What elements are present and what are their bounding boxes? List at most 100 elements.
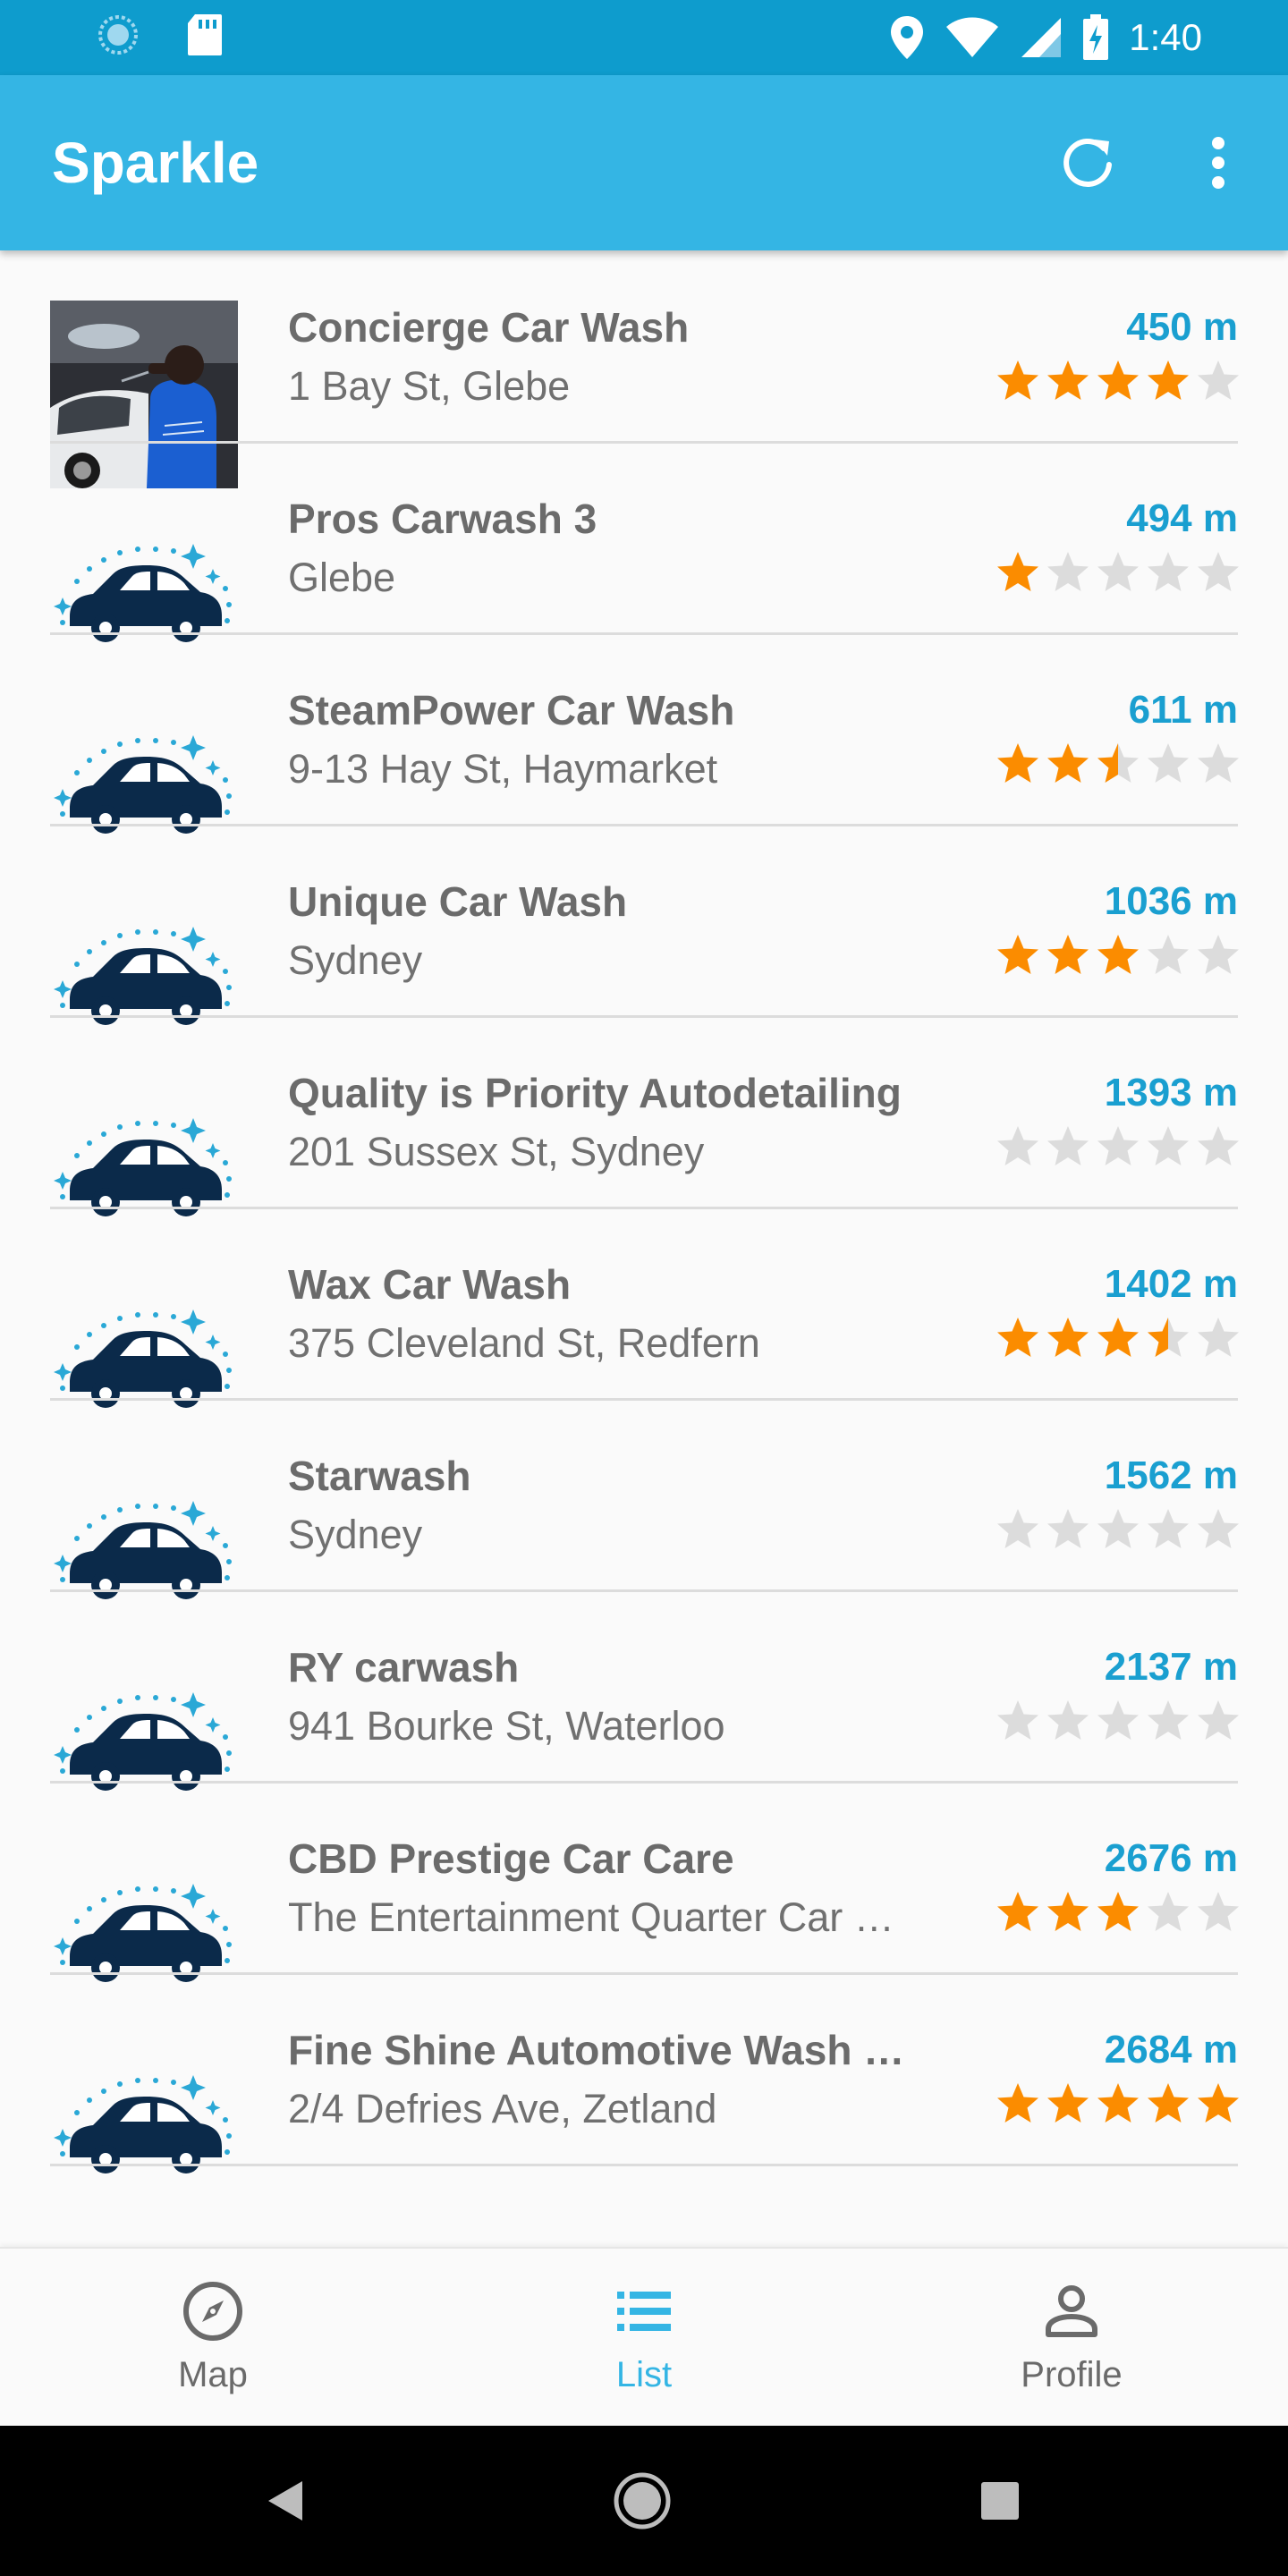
star-empty-icon [1097, 552, 1139, 591]
carwash-address: 201 Sussex St, Sydney [288, 1129, 705, 1174]
star-filled-icon [1047, 360, 1089, 400]
refresh-button[interactable] [1055, 131, 1120, 195]
star-empty-icon [1148, 552, 1189, 591]
carwash-name: Concierge Car Wash [288, 304, 690, 351]
star-filled-icon [997, 1318, 1038, 1357]
list-item[interactable]: Quality is Priority Autodetailing 201 Sus… [0, 1018, 1288, 1216]
star-filled-icon [997, 1892, 1038, 1931]
app-bar: Sparkle [0, 75, 1288, 250]
star-empty-icon [1198, 1318, 1239, 1357]
carwash-distance: 494 m [1126, 496, 1238, 540]
more-vert-icon [1212, 137, 1224, 189]
star-empty-icon [1097, 1126, 1139, 1165]
recents-button[interactable] [962, 2463, 1038, 2538]
list-item[interactable]: Concierge Car Wash 1 Bay St, Glebe 450 m [0, 252, 1288, 488]
home-icon [614, 2472, 671, 2529]
star-empty-icon [1198, 360, 1239, 400]
app-title: Sparkle [52, 131, 259, 195]
star-empty-icon [997, 1700, 1038, 1740]
list-item[interactable]: Starwash Sydney 1562 m [0, 1401, 1288, 1599]
carwash-address: 9-13 Hay St, Haymarket [288, 746, 718, 792]
star-empty-icon [1198, 552, 1239, 591]
sync-icon [98, 15, 138, 55]
carwash-address: The Entertainment Quarter Car … [288, 1894, 894, 1940]
star-filled-icon [1047, 743, 1089, 783]
star-empty-icon [1198, 1509, 1239, 1548]
carwash-distance: 1402 m [1104, 1262, 1238, 1306]
star-filled-icon [1047, 1318, 1089, 1357]
star-empty-icon [1148, 1892, 1189, 1931]
rating-stars [995, 1698, 1241, 1744]
overflow-menu-button[interactable] [1186, 131, 1250, 195]
star-empty-icon [1047, 1509, 1089, 1548]
star-empty-icon [1097, 1700, 1139, 1740]
list-item[interactable]: RY carwash 941 Bourke St, Waterloo 2137 m [0, 1592, 1288, 1791]
star-empty-icon [1148, 935, 1189, 974]
nav-map[interactable]: Map [79, 2249, 347, 2428]
nav-profile[interactable]: Profile [937, 2249, 1206, 2428]
sd-card-icon [188, 14, 222, 55]
nav-list-label: List [615, 2355, 673, 2394]
star-empty-icon [1198, 1700, 1239, 1740]
carwash-name: RY carwash [288, 1644, 520, 1690]
row-divider [50, 2164, 1238, 2166]
star-empty-icon [1047, 552, 1089, 591]
carwash-distance: 1036 m [1104, 879, 1238, 923]
nav-map-label: Map [178, 2355, 248, 2394]
star-empty-icon [997, 1126, 1038, 1165]
carwash-distance: 1562 m [1104, 1453, 1238, 1497]
carwash-name: SteamPower Car Wash [288, 687, 735, 733]
list-item[interactable]: Unique Car Wash Sydney 1036 m [0, 826, 1288, 1025]
star-filled-icon [997, 935, 1038, 974]
star-half-icon [1097, 743, 1139, 783]
carwash-name: Fine Shine Automotive Wash a… [288, 2027, 923, 2073]
list-item[interactable]: SteamPower Car Wash 9-13 Hay St, Haymarke… [0, 635, 1288, 834]
carwash-address: 941 Bourke St, Waterloo [288, 1703, 725, 1749]
carwash-name: Wax Car Wash [288, 1261, 572, 1308]
star-empty-icon [1148, 1700, 1189, 1740]
carwash-address: Glebe [288, 555, 396, 600]
clock: 1:40 [1129, 16, 1202, 58]
back-button[interactable] [249, 2463, 324, 2538]
signal-icon [1021, 18, 1062, 57]
location-icon [891, 16, 924, 59]
rating-stars [995, 932, 1241, 979]
list-item[interactable]: Fine Shine Automotive Wash a… 2/4 Defries… [0, 1975, 1288, 2174]
carwash-distance: 611 m [1128, 688, 1238, 732]
carwash-address: 2/4 Defries Ave, Zetland [288, 2086, 717, 2131]
rating-stars [995, 1506, 1241, 1553]
home-button[interactable] [605, 2463, 680, 2538]
carwash-distance: 2137 m [1104, 1645, 1238, 1689]
carwash-distance: 450 m [1126, 305, 1238, 349]
rating-stars [995, 549, 1241, 596]
list-item[interactable]: Wax Car Wash 375 Cleveland St, Redfern 140… [0, 1209, 1288, 1408]
star-empty-icon [997, 1509, 1038, 1548]
system-navigation-bar [0, 2426, 1288, 2576]
carwash-name: Quality is Priority Autodetailing [288, 1070, 902, 1116]
star-filled-icon [1047, 935, 1089, 974]
carwash-distance: 1393 m [1104, 1071, 1238, 1114]
star-empty-icon [1148, 1126, 1189, 1165]
rating-stars [995, 358, 1241, 404]
list-item[interactable]: CBD Prestige Car Care The Entertainment Q… [0, 1784, 1288, 1982]
star-filled-icon [1097, 1318, 1139, 1357]
list-icon [617, 2292, 671, 2331]
carwash-name: Pros Carwash 3 [288, 496, 597, 542]
carwash-address: Sydney [288, 937, 423, 983]
star-filled-icon [1097, 2083, 1139, 2123]
star-empty-icon [1148, 1509, 1189, 1548]
carwash-distance: 2684 m [1104, 2028, 1238, 2072]
star-empty-icon [1097, 1509, 1139, 1548]
person-icon [1046, 2285, 1097, 2337]
carwash-address: 375 Cleveland St, Redfern [288, 1320, 760, 1366]
star-filled-icon [1198, 2083, 1239, 2123]
star-empty-icon [1047, 1126, 1089, 1165]
star-filled-icon [1097, 360, 1139, 400]
list-item[interactable]: Pros Carwash 3 Glebe 494 m [0, 444, 1288, 642]
nav-list[interactable]: List [510, 2249, 778, 2428]
rating-stars [995, 741, 1241, 787]
car-wash-icon [54, 2075, 232, 2174]
back-icon [268, 2481, 302, 2521]
star-empty-icon [1148, 743, 1189, 783]
compass-icon [183, 2282, 242, 2341]
